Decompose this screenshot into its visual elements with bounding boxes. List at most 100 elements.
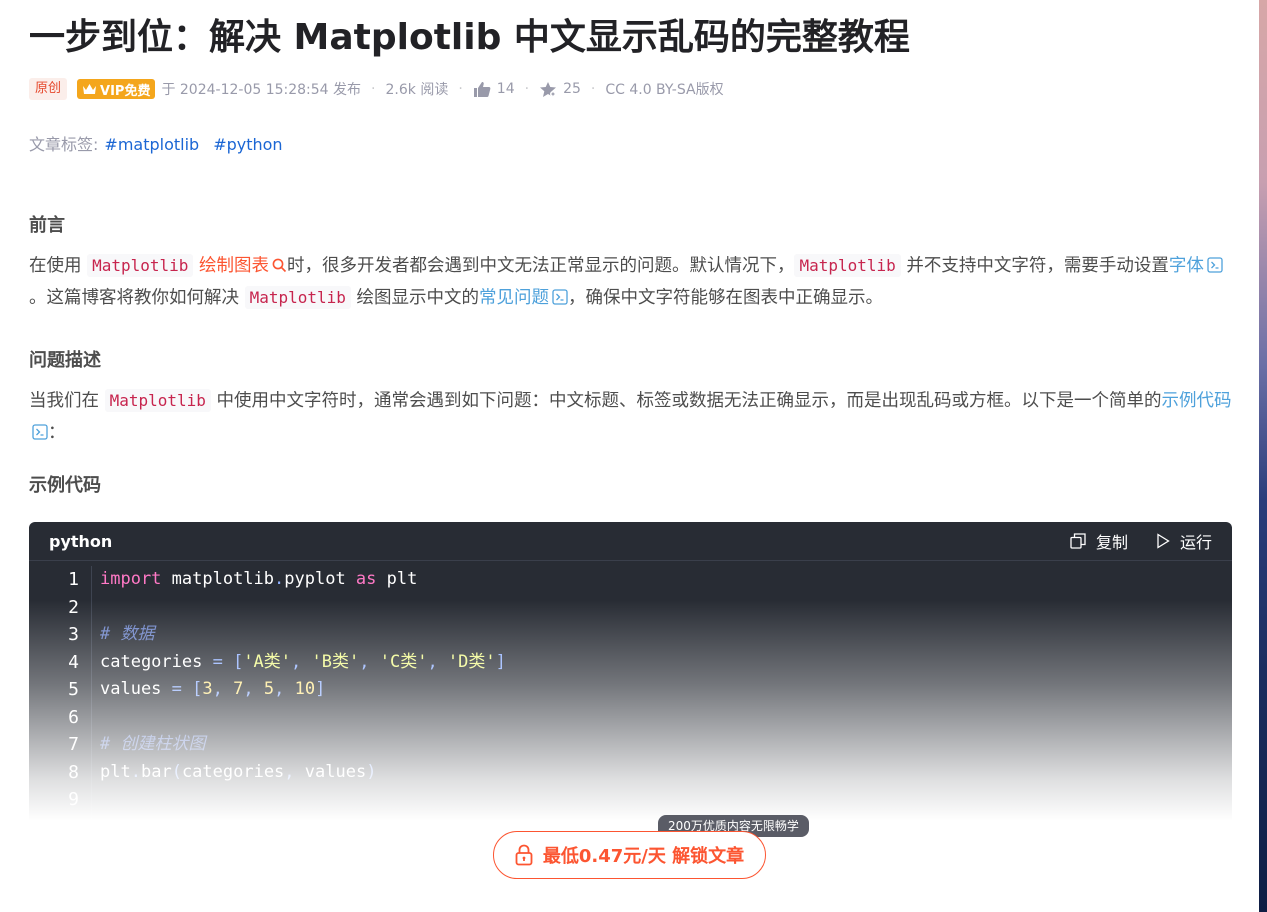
star-icon [540, 81, 557, 97]
tags-label: 文章标签: [29, 135, 99, 154]
external-link-icon [1207, 257, 1223, 273]
vip-badge[interactable]: VIP免费 [77, 79, 156, 99]
copy-icon [1070, 533, 1086, 549]
code-token: ] [315, 679, 326, 699]
line-number: 3 [29, 621, 92, 649]
code-line: 10 [29, 813, 1232, 833]
code-block-header: python 复制 运行 [29, 522, 1232, 561]
unlock-button-label: 最低0.47元/天 解锁文章 [542, 846, 745, 867]
link-font[interactable]: 字体 [1169, 256, 1223, 276]
code-line: 1 import matplotlib.pyplot as plt [29, 566, 1232, 594]
link-label: 示例代码 [1161, 391, 1232, 411]
publish-time: 于 2024-12-05 15:28:54 发布 [161, 82, 362, 98]
external-link-icon [552, 289, 568, 305]
code-token: . [274, 569, 285, 589]
text: 当我们在 [29, 391, 99, 411]
read-count: 2.6k 阅读 [385, 82, 449, 98]
meta-separator: · [371, 81, 376, 97]
code-token: , [243, 679, 264, 699]
code-token: 7 [233, 679, 244, 699]
inline-code: Matplotlib [794, 254, 901, 277]
code-token: 'B类' [311, 651, 360, 672]
code-token: plt [376, 569, 418, 589]
code-token: pyplot [284, 569, 356, 589]
vip-badge-label: VIP免费 [100, 83, 151, 99]
line-number: 4 [29, 648, 92, 676]
link-common-issues[interactable]: 常见问题 [479, 288, 568, 308]
code-token: = [ [212, 651, 244, 672]
run-icon [1157, 533, 1170, 549]
meta-separator: · [590, 81, 596, 97]
unlock-article-button[interactable]: 最低0.47元/天 解锁文章 [493, 831, 766, 879]
tag-python[interactable]: #python [213, 132, 282, 158]
code-token: categories [100, 651, 213, 672]
code-text: categories = ['A类', 'B类', 'C类', 'D类'] [92, 649, 506, 677]
problem-heading: 问题描述 [29, 350, 101, 371]
preface-heading: 前言 [29, 215, 65, 236]
meta-separator: · [524, 81, 530, 97]
code-language: python [49, 531, 113, 551]
link-label: 常见问题 [478, 288, 549, 308]
inline-code: Matplotlib [87, 254, 194, 277]
background-edge [1259, 0, 1267, 912]
code-token: 10 [294, 679, 316, 699]
code-body: 1 import matplotlib.pyplot as plt 2 3 # 数据 4 c… [29, 561, 1232, 832]
problem-paragraph: 当我们在 Matplotlib 中使用中文字符时，通常会遇到如下问题：中文标题、… [29, 385, 1232, 449]
line-number: 6 [29, 703, 92, 731]
code-token: ) [366, 761, 377, 782]
text: 在使用 [29, 256, 82, 276]
article-meta: 原创 VIP免费 于 2024-12-05 15:28:54 发布 · 2.6k… [29, 78, 724, 100]
code-line: 6 [29, 703, 1232, 732]
code-text: plt.bar(categories, values) [92, 759, 376, 787]
keyword-link-label: 绘制图表 [198, 256, 269, 276]
like-button[interactable]: 14 [473, 81, 515, 98]
code-token: ( [171, 761, 182, 782]
favorite-count: 25 [563, 81, 581, 97]
code-token: import [100, 569, 162, 589]
run-button[interactable]: 运行 [1156, 529, 1212, 553]
license-link[interactable]: CC 4.0 BY-SA版权 [605, 79, 723, 99]
text: 中使用中文字符时，通常会遇到如下问题：中文标题、标签或数据无法正确显示，而是出现… [216, 391, 1162, 411]
page-title: 一步到位：解决 Matplotlib 中文显示乱码的完整教程 [29, 17, 910, 58]
code-token: 'C类' [379, 651, 428, 672]
text: 时，很多开发者都会遇到中文无法正常显示的问题。默认情况下， [286, 256, 795, 276]
inline-code: Matplotlib [104, 389, 211, 412]
code-token: categories [181, 761, 285, 782]
line-number: 9 [29, 786, 92, 814]
code-token: 'A类' [243, 651, 292, 672]
text: ： [48, 423, 66, 443]
code-token: , [274, 679, 295, 699]
line-number: 10 [29, 813, 92, 832]
tag-matplotlib[interactable]: #matplotlib [104, 132, 199, 158]
code-token: values [100, 679, 172, 699]
code-text: import matplotlib.pyplot as plt [92, 566, 417, 594]
code-line: 2 [29, 593, 1232, 622]
code-line: 9 [29, 786, 1232, 814]
copy-button[interactable]: 复制 [1070, 529, 1128, 553]
code-line: 5 values = [3, 7, 5, 10] [29, 676, 1232, 704]
example-heading: 示例代码 [29, 475, 101, 496]
code-line: 4 categories = ['A类', 'B类', 'C类', 'D类'] [29, 648, 1232, 677]
code-block: python 复制 运行 1 import matplotlib.pyplot a… [29, 522, 1232, 832]
code-token: # 数据 [100, 624, 155, 644]
code-text: values = [3, 7, 5, 10] [92, 676, 325, 704]
favorite-button[interactable]: 25 [539, 81, 581, 98]
code-token: values [304, 761, 367, 782]
code-token: matplotlib [161, 569, 275, 589]
keyword-link-chart[interactable]: 绘制图表 [199, 256, 287, 276]
text: ，确保中文字符能够在图表中正确显示。 [567, 288, 883, 308]
code-token: 'D类' [447, 651, 496, 672]
code-token: , [291, 651, 312, 672]
run-label: 运行 [1179, 533, 1212, 552]
external-link-icon [32, 424, 48, 440]
code-text: # 创建柱状图 [92, 731, 205, 759]
code-token: 5 [263, 679, 275, 699]
crown-icon [83, 84, 97, 94]
code-token: , [212, 679, 234, 699]
code-token: # 创建柱状图 [100, 734, 206, 754]
copy-label: 复制 [1095, 533, 1128, 552]
link-label: 字体 [1168, 256, 1204, 276]
